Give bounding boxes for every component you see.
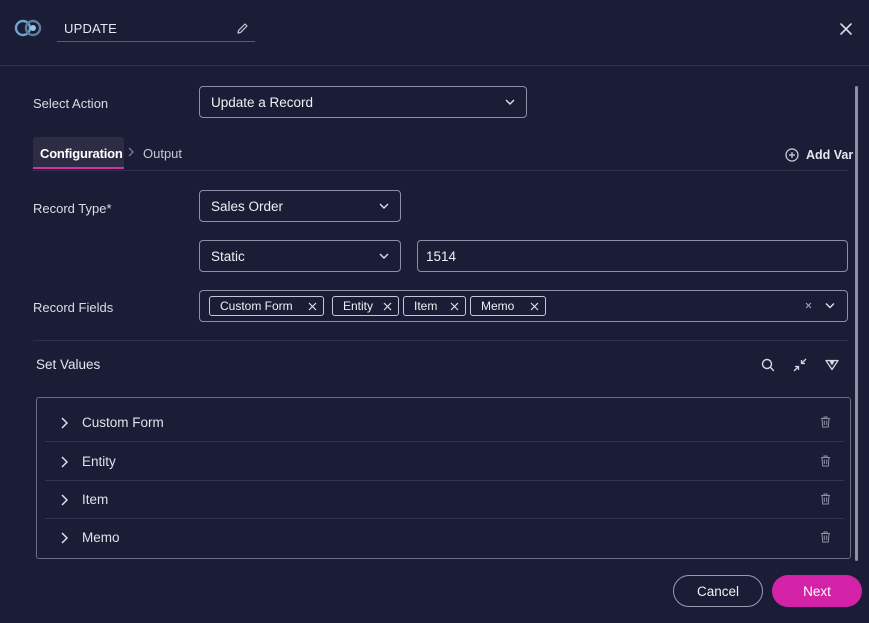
workflow-title: UPDATE: [64, 21, 117, 36]
record-type-value: Sales Order: [211, 198, 284, 214]
chip-label: Item: [414, 299, 438, 313]
select-action-value: Update a Record: [211, 94, 314, 110]
record-fields-label: Record Fields: [33, 300, 114, 315]
set-values-title: Set Values: [36, 357, 101, 372]
set-values-list: Custom Form Entity Item Memo: [36, 397, 851, 559]
clear-all-icon[interactable]: [805, 302, 812, 309]
trash-icon[interactable]: [820, 416, 831, 428]
filter-icon[interactable]: [824, 357, 840, 373]
value-row-label: Memo: [82, 530, 120, 545]
trash-icon[interactable]: [820, 455, 831, 467]
pencil-icon[interactable]: [236, 22, 249, 35]
next-button[interactable]: Next: [772, 575, 862, 607]
id-mode-dropdown[interactable]: Static: [199, 240, 401, 272]
chevron-right-icon[interactable]: [60, 532, 68, 544]
add-var-button[interactable]: Add Var: [785, 148, 853, 162]
remove-chip-icon[interactable]: [450, 302, 459, 311]
value-row-custom-form[interactable]: Custom Form: [45, 404, 844, 442]
value-row-memo[interactable]: Memo: [45, 519, 844, 557]
chevron-down-icon: [379, 203, 389, 209]
chip-label: Custom Form: [220, 299, 293, 313]
chevron-down-icon: [379, 253, 389, 259]
remove-chip-icon[interactable]: [383, 302, 392, 311]
select-action-label: Select Action: [33, 96, 109, 111]
chevron-right-icon[interactable]: [60, 494, 68, 506]
chip-entity: Entity: [332, 296, 399, 316]
chip-custom-form: Custom Form: [209, 296, 324, 316]
plus-circle-icon: [785, 148, 799, 162]
collapse-icon[interactable]: [792, 357, 808, 373]
section-divider: [33, 340, 848, 341]
value-row-entity[interactable]: Entity: [45, 443, 844, 481]
record-type-dropdown[interactable]: Sales Order: [199, 190, 401, 222]
tab-configuration-label: Configuration: [40, 146, 123, 161]
tab-output[interactable]: Output: [143, 146, 182, 161]
chip-item: Item: [403, 296, 466, 316]
app-logo-icon: [14, 19, 42, 37]
record-id-input[interactable]: 1514: [417, 240, 848, 272]
chip-label: Memo: [481, 299, 515, 313]
close-icon[interactable]: [838, 21, 854, 37]
record-fields-multiselect[interactable]: Custom Form Entity Item Memo: [199, 290, 848, 322]
id-mode-value: Static: [211, 248, 245, 264]
workflow-title-field[interactable]: UPDATE: [57, 16, 255, 42]
row-divider: [45, 441, 844, 442]
record-type-label: Record Type*: [33, 201, 112, 216]
chip-memo: Memo: [470, 296, 546, 316]
header-divider: [0, 65, 869, 66]
chip-label: Entity: [343, 299, 374, 313]
trash-icon[interactable]: [820, 493, 831, 505]
chevron-down-icon[interactable]: [825, 302, 835, 309]
select-action-dropdown[interactable]: Update a Record: [199, 86, 527, 118]
tabs-divider: [33, 170, 848, 171]
cancel-button[interactable]: Cancel: [673, 575, 763, 607]
remove-chip-icon[interactable]: [530, 302, 539, 311]
search-icon[interactable]: [760, 357, 776, 373]
value-row-label: Entity: [82, 454, 116, 469]
add-var-label: Add Var: [806, 148, 854, 162]
value-row-label: Item: [82, 492, 109, 507]
value-row-label: Custom Form: [82, 415, 164, 430]
chevron-right-icon[interactable]: [60, 456, 68, 468]
chevron-down-icon: [505, 99, 515, 105]
trash-icon[interactable]: [820, 531, 831, 543]
chevron-right-icon[interactable]: [60, 417, 68, 429]
record-id-value: 1514: [426, 248, 457, 264]
chevron-right-icon: [128, 147, 134, 157]
value-row-item[interactable]: Item: [45, 481, 844, 519]
tab-configuration[interactable]: Configuration: [33, 137, 124, 169]
remove-chip-icon[interactable]: [308, 302, 317, 311]
scrollbar[interactable]: [855, 86, 858, 561]
